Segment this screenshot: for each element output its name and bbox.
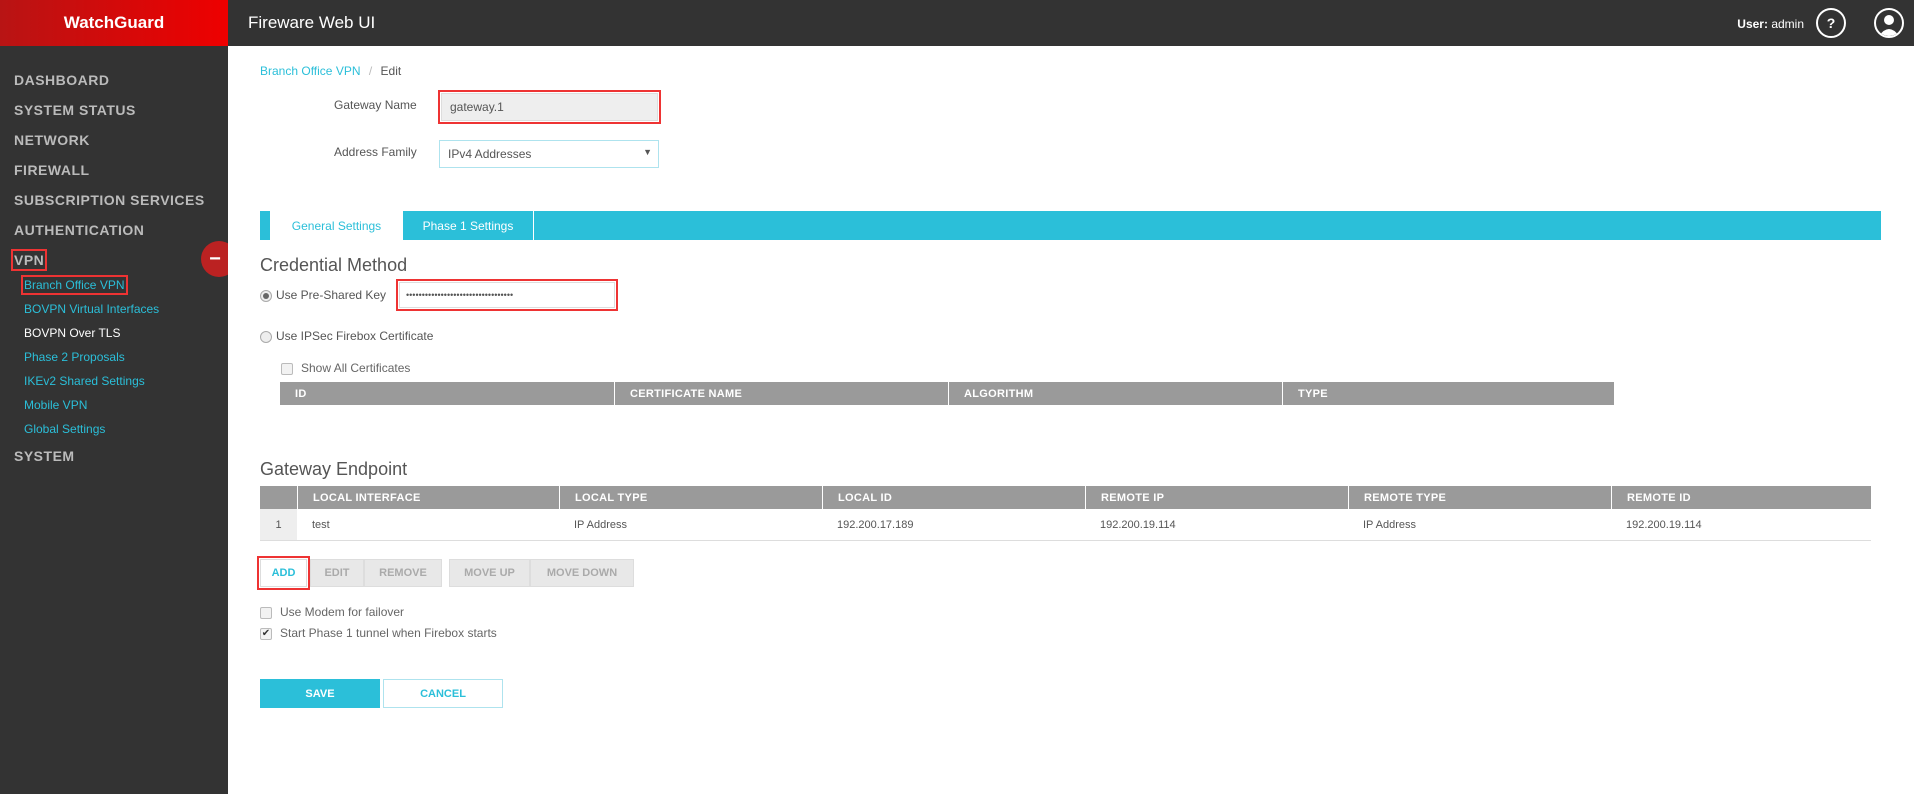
nav-mobile-vpn[interactable]: Mobile VPN: [24, 398, 87, 412]
tab-bar: General Settings Phase 1 Settings: [260, 211, 1881, 240]
col-algorithm: ALGORITHM: [948, 382, 1282, 405]
nav-vpn[interactable]: VPN: [10, 249, 48, 271]
address-family-select[interactable]: IPv4 Addresses ▼: [439, 140, 659, 168]
cell-local-type: IP Address: [574, 519, 627, 531]
col-id: ID: [295, 388, 307, 400]
move-down-button[interactable]: MOVE DOWN: [530, 559, 634, 587]
nav-system-status[interactable]: SYSTEM STATUS: [14, 102, 136, 118]
collapse-menu-button[interactable]: −: [201, 241, 228, 277]
breadcrumb-parent-link[interactable]: Branch Office VPN: [260, 64, 361, 78]
nav-subscription-services[interactable]: SUBSCRIPTION SERVICES: [14, 192, 205, 208]
start-phase1-option[interactable]: ✔ Start Phase 1 tunnel when Firebox start…: [260, 626, 497, 640]
certificate-table-header: ID CERTIFICATE NAME ALGORITHM TYPE: [280, 382, 1614, 405]
start-phase1-checkbox[interactable]: ✔: [260, 627, 272, 640]
col-remote-id: REMOTE ID: [1611, 486, 1871, 509]
tab-phase1-settings[interactable]: Phase 1 Settings: [403, 211, 534, 240]
nav-ikev2-shared-settings[interactable]: IKEv2 Shared Settings: [24, 374, 145, 388]
app-title: Fireware Web UI: [248, 13, 376, 32]
sidebar: DASHBOARD SYSTEM STATUS NETWORK FIREWALL…: [0, 46, 228, 794]
nav-system[interactable]: SYSTEM: [14, 448, 75, 464]
nav-dashboard[interactable]: DASHBOARD: [14, 72, 110, 88]
cert-radio-option[interactable]: Use IPSec Firebox Certificate: [260, 329, 433, 343]
remove-button[interactable]: REMOVE: [364, 559, 442, 587]
watchguard-logo: WatchGuard: [0, 0, 228, 46]
col-local-interface: LOCAL INTERFACE: [297, 486, 559, 509]
nav-branch-office-vpn[interactable]: Branch Office VPN: [21, 275, 128, 295]
gateway-name-label: Gateway Name: [334, 98, 417, 112]
breadcrumb-current: Edit: [380, 64, 402, 78]
col-type: TYPE: [1282, 382, 1614, 405]
user-label: User:: [1737, 17, 1768, 31]
endpoint-table-header: LOCAL INTERFACE LOCAL TYPE LOCAL ID REMO…: [260, 486, 1871, 509]
user-avatar-icon[interactable]: [1874, 8, 1904, 38]
col-index: [260, 486, 297, 509]
nav-global-settings[interactable]: Global Settings: [24, 422, 105, 436]
show-all-certs-checkbox[interactable]: [281, 362, 293, 375]
col-remote-type: REMOTE TYPE: [1348, 486, 1611, 509]
col-local-type: LOCAL TYPE: [559, 486, 822, 509]
address-family-label: Address Family: [334, 145, 417, 159]
move-up-button[interactable]: MOVE UP: [449, 559, 530, 587]
gateway-endpoint-heading: Gateway Endpoint: [260, 459, 408, 479]
credential-method-heading: Credential Method: [260, 255, 408, 275]
psk-radio-option[interactable]: Use Pre-Shared Key: [260, 288, 386, 302]
help-icon[interactable]: ?: [1816, 8, 1846, 38]
cell-local-id: 192.200.17.189: [837, 519, 914, 531]
nav-network[interactable]: NETWORK: [14, 132, 90, 148]
breadcrumb: Branch Office VPN / Edit: [260, 64, 401, 78]
modem-failover-label: Use Modem for failover: [280, 605, 405, 619]
psk-radio[interactable]: [260, 289, 272, 302]
cert-label: Use IPSec Firebox Certificate: [276, 329, 434, 343]
nav-phase2-proposals[interactable]: Phase 2 Proposals: [24, 350, 125, 364]
edit-button[interactable]: EDIT: [310, 559, 364, 587]
modem-failover-option[interactable]: Use Modem for failover: [260, 605, 404, 619]
nav-bovpn-over-tls[interactable]: BOVPN Over TLS: [24, 326, 120, 340]
table-row[interactable]: 1 test IP Address 192.200.17.189 192.200…: [260, 509, 1871, 541]
address-family-value: IPv4 Addresses: [448, 147, 532, 161]
cell-local-interface: test: [312, 519, 330, 531]
dropdown-arrow-icon: ▼: [643, 147, 652, 157]
cell-remote-ip: 192.200.19.114: [1100, 519, 1176, 531]
psk-label: Use Pre-Shared Key: [276, 288, 387, 302]
row-index: 1: [260, 509, 297, 540]
nav-firewall[interactable]: FIREWALL: [14, 162, 90, 178]
psk-input[interactable]: ••••••••••••••••••••••••••••••••••: [396, 279, 618, 311]
cancel-button[interactable]: CANCEL: [383, 679, 503, 708]
col-local-id: LOCAL ID: [822, 486, 1085, 509]
modem-failover-checkbox[interactable]: [260, 606, 272, 619]
start-phase1-label: Start Phase 1 tunnel when Firebox starts: [280, 626, 497, 640]
show-all-certs-option[interactable]: Show All Certificates: [281, 361, 410, 375]
nav-bovpn-virtual-interfaces[interactable]: BOVPN Virtual Interfaces: [24, 302, 159, 316]
cert-radio[interactable]: [260, 330, 272, 343]
user-info: User: admin: [1737, 17, 1804, 31]
tab-general-settings[interactable]: General Settings: [270, 211, 403, 240]
save-button[interactable]: SAVE: [260, 679, 380, 708]
top-bar: Fireware Web UI User: admin ?: [228, 0, 1914, 46]
nav-authentication[interactable]: AUTHENTICATION: [14, 222, 144, 238]
col-remote-ip: REMOTE IP: [1085, 486, 1348, 509]
cell-remote-id: 192.200.19.114: [1626, 519, 1702, 531]
add-button[interactable]: ADD: [257, 556, 310, 590]
breadcrumb-separator: /: [368, 64, 373, 78]
col-certificate-name: CERTIFICATE NAME: [614, 382, 948, 405]
cell-remote-type: IP Address: [1363, 519, 1416, 531]
show-all-certs-label: Show All Certificates: [301, 361, 411, 375]
gateway-name-input[interactable]: gateway.1: [438, 90, 661, 124]
user-name: admin: [1771, 17, 1804, 31]
